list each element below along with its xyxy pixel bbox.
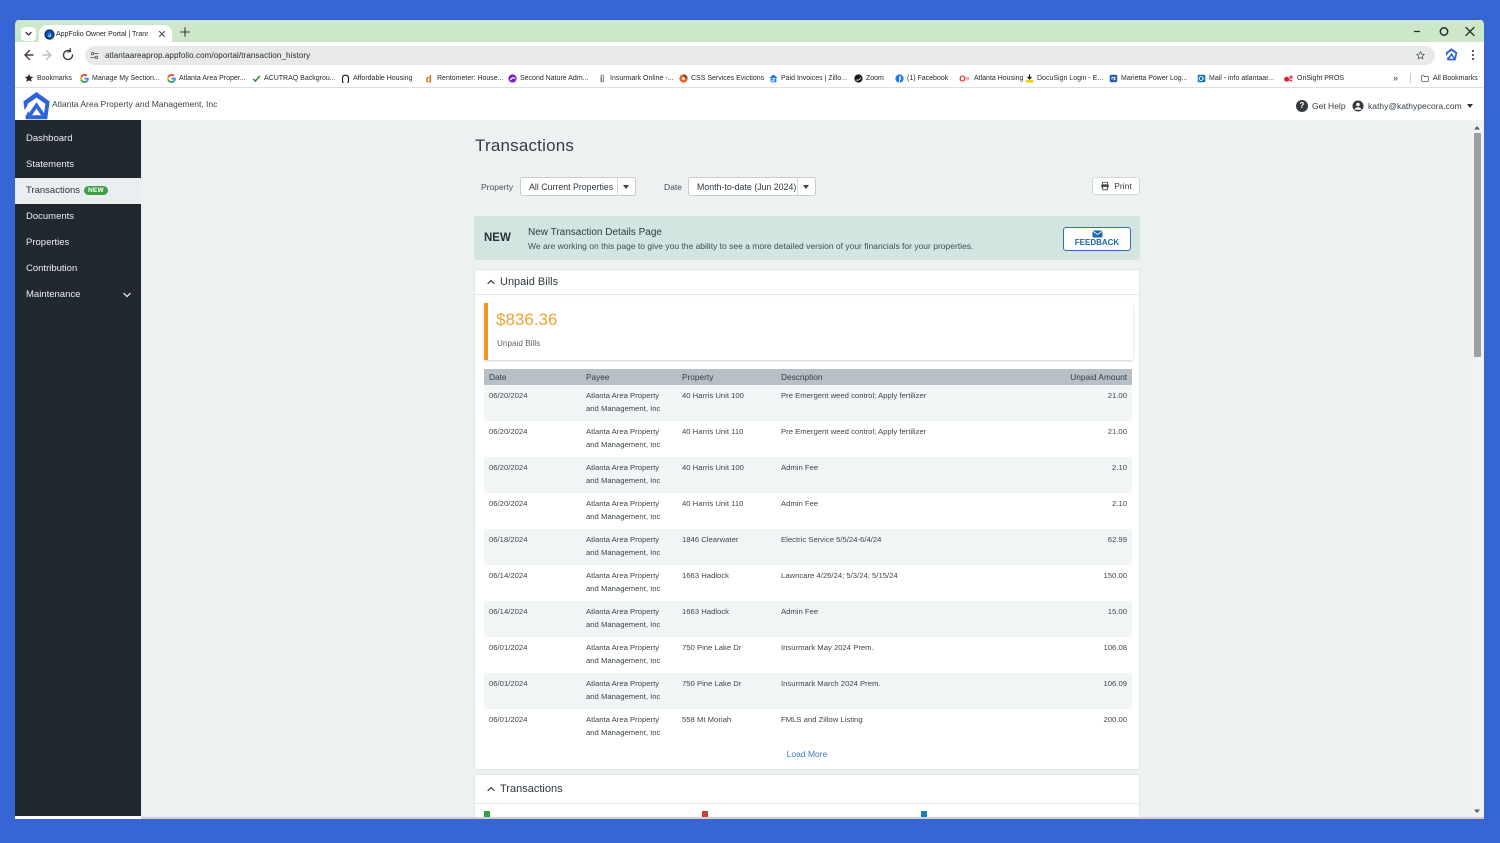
svg-text:a: a — [47, 32, 51, 39]
svg-text:O: O — [959, 74, 966, 83]
svg-text:d: d — [426, 74, 432, 83]
